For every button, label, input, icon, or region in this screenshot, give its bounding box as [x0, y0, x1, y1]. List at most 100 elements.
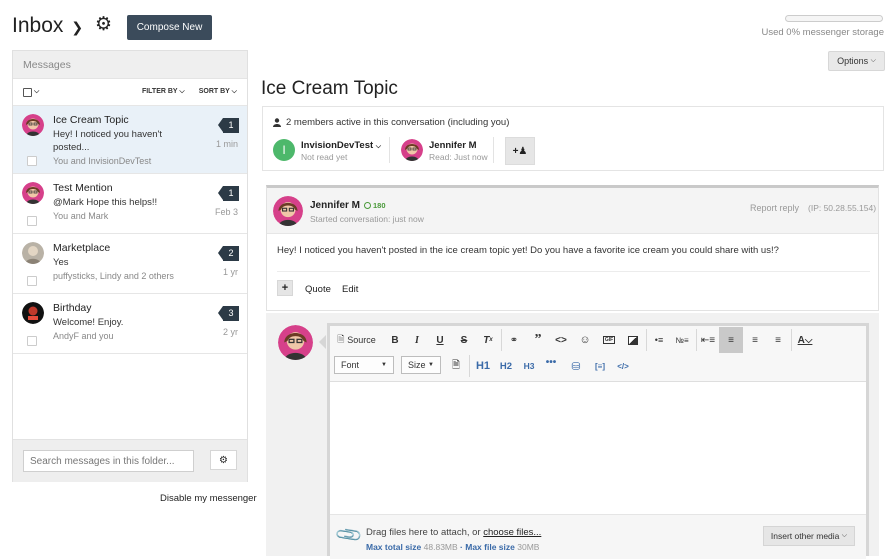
align-left-icon[interactable]: ≡	[719, 327, 743, 353]
max-file-label: Max file size	[465, 542, 515, 552]
divider	[493, 137, 494, 163]
indent-icon[interactable]: ⇤≡	[699, 330, 717, 350]
code-icon[interactable]: <>	[552, 330, 570, 350]
message-snippet: Welcome! Enjoy.	[53, 317, 124, 328]
divider	[389, 137, 390, 163]
members-box: 2 members active in this conversation (i…	[262, 106, 884, 171]
report-reply-link[interactable]: Report reply	[750, 203, 799, 213]
message-checkbox[interactable]	[27, 336, 37, 346]
options-button[interactable]: Options ⌵	[828, 51, 885, 71]
database-icon[interactable]: ⛁	[567, 356, 585, 376]
text-color-icon[interactable]: A⌵	[794, 330, 816, 350]
avatar	[278, 325, 313, 360]
drag-files-text: Drag files here to attach, or choose fil…	[366, 527, 541, 538]
align-right-icon[interactable]: ≡	[769, 330, 787, 350]
more-icon[interactable]: •••	[542, 352, 560, 372]
size-select[interactable]: Size ▼	[401, 356, 441, 374]
message-list-item[interactable]: Marketplace Yes puffysticks, Lindy and 2 o…	[13, 234, 247, 294]
numbered-list-icon[interactable]: №≡	[673, 330, 691, 350]
reputation-icon	[364, 202, 372, 209]
message-participants: You and InvisionDevTest	[53, 156, 152, 166]
compose-new-button[interactable]: Compose New	[127, 15, 212, 40]
filter-by-label: FILTER BY	[141, 88, 178, 95]
heading-3-button[interactable]: H3	[518, 356, 540, 376]
message-title: Test Mention	[53, 182, 113, 194]
avatar	[401, 139, 423, 161]
message-title: Marketplace	[53, 242, 111, 254]
edit-link[interactable]: Edit	[342, 284, 358, 295]
quote-icon[interactable]: ”	[529, 330, 547, 350]
avatar[interactable]	[273, 196, 303, 226]
message-participants: AndyF and you	[53, 331, 114, 341]
source-button[interactable]: 🗎 Source	[334, 330, 379, 350]
message-time: 1 yr	[222, 267, 238, 277]
font-select-label: Font	[341, 360, 360, 370]
reputation-badge: 180	[364, 201, 386, 210]
max-total-value: 48.83MB	[423, 542, 458, 552]
avatar	[22, 182, 44, 204]
chevron-down-icon[interactable]: ⌵	[34, 88, 39, 96]
avatar	[22, 302, 44, 324]
select-all-checkbox[interactable]	[23, 87, 32, 97]
gear-icon[interactable]: ⚙	[210, 450, 237, 470]
messages-panel: Messages ⌵ FILTER BY ⌵ SORT BY ⌵ Ice Cre…	[12, 50, 248, 482]
source-icon: 🗎	[337, 334, 345, 344]
message-checkbox[interactable]	[27, 156, 37, 166]
multiquote-button[interactable]: +	[277, 280, 293, 296]
reply-count-badge: 2	[218, 246, 239, 261]
paste-text-icon[interactable]: 🗎	[447, 356, 465, 376]
drag-files-label: Drag files here to attach, or	[366, 527, 481, 538]
attachment-area[interactable]: 📎 Drag files here to attach, or choose f…	[330, 514, 866, 559]
inbox-title[interactable]: Inbox ❯	[12, 14, 83, 38]
insert-other-media-button[interactable]: Insert other media ⌵	[763, 526, 855, 546]
italic-button[interactable]: I	[408, 330, 426, 350]
divider	[501, 329, 502, 351]
align-center-icon[interactable]: ≡	[746, 330, 764, 350]
bold-button[interactable]: B	[386, 330, 404, 350]
heading-1-button[interactable]: H1	[472, 356, 494, 376]
choose-files-link[interactable]: choose files...	[483, 527, 541, 538]
spoiler-icon[interactable]: [≡]	[591, 356, 609, 376]
search-messages-input[interactable]	[23, 450, 194, 472]
members-count-text: 2 members active in this conversation (i…	[286, 117, 510, 128]
message-list-item[interactable]: Test Mention @Mark Hope this helps!! You a…	[13, 174, 247, 234]
message-post: Jennifer M 180 Started conversation: jus…	[266, 185, 879, 311]
heading-2-button[interactable]: H2	[495, 356, 517, 376]
bulleted-list-icon[interactable]: •≡	[650, 330, 668, 350]
member-name: Jennifer M	[429, 140, 477, 151]
message-list-item[interactable]: Birthday Welcome! Enjoy. AndyF and you 3 2 y…	[13, 294, 247, 354]
storage-text: Used 0% messenger storage	[761, 27, 884, 38]
quote-link[interactable]: Quote	[305, 284, 331, 295]
conversation-title: Ice Cream Topic	[261, 78, 398, 99]
upload-limits: Max total size 48.83MB · Max file size 3…	[366, 542, 540, 552]
gear-icon[interactable]: ⚙	[95, 15, 113, 34]
add-user-icon: +♟	[512, 145, 528, 157]
post-body: Hey! I noticed you haven't posted in the…	[277, 245, 779, 256]
remove-format-icon[interactable]: Tx	[479, 330, 497, 350]
disable-messenger-link[interactable]: Disable my messenger	[160, 493, 257, 504]
underline-button[interactable]: U	[431, 330, 449, 350]
post-started: Started conversation: just now	[310, 214, 424, 224]
post-author: Jennifer M 180	[310, 200, 386, 211]
message-list: Ice Cream Topic Hey! I noticed you haven'…	[13, 106, 247, 354]
messages-toolbar: ⌵ FILTER BY ⌵ SORT BY ⌵	[13, 79, 247, 106]
font-select[interactable]: Font ▼	[334, 356, 394, 374]
reply-area: 🗎 Source B I U S Tx ⚭ ” <> ☺ GIF •≡ №≡ ⇤…	[266, 313, 879, 559]
divider	[646, 329, 647, 351]
max-total-label: Max total size	[366, 542, 422, 552]
link-icon[interactable]: ⚭	[505, 330, 523, 350]
image-icon[interactable]	[624, 330, 642, 350]
post-author-name[interactable]: Jennifer M	[310, 200, 360, 211]
message-list-item[interactable]: Ice Cream Topic Hey! I noticed you haven'…	[13, 106, 247, 174]
message-checkbox[interactable]	[27, 216, 37, 226]
chevron-down-icon: ⌵	[375, 143, 382, 150]
strikethrough-button[interactable]: S	[455, 330, 473, 350]
add-member-button[interactable]: +♟	[505, 137, 535, 165]
emoji-icon[interactable]: ☺	[576, 330, 594, 350]
message-checkbox[interactable]	[27, 276, 37, 286]
filter-by-button[interactable]: FILTER BY ⌵	[142, 88, 185, 96]
html-code-icon[interactable]: </>	[614, 356, 632, 376]
post-ip: (IP: 50.28.55.154)	[808, 203, 877, 213]
sort-by-button[interactable]: SORT BY ⌵	[199, 88, 237, 96]
gif-icon[interactable]: GIF	[600, 330, 618, 350]
